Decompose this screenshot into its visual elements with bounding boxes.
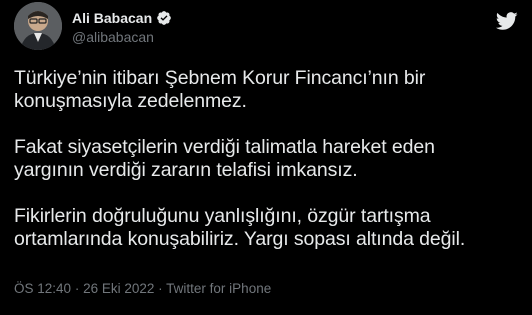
profile-photo-icon bbox=[14, 2, 62, 50]
meta-separator: · bbox=[74, 281, 80, 296]
tweet-text: Türkiye’nin itibarı Şebnem Korur Fincanc… bbox=[14, 67, 518, 251]
tweet-paragraph-3: Fikirlerin doğruluğunu yanlışlığını, özg… bbox=[14, 205, 466, 250]
tweet-card: Ali Babacan @alibabacan Türkiye’nin itib… bbox=[0, 0, 532, 315]
tweet-paragraph-2: Fakat siyasetçilerin verdiği talimatla h… bbox=[14, 136, 435, 181]
author-display-name[interactable]: Ali Babacan bbox=[72, 9, 152, 27]
tweet-paragraph-1: Türkiye’nin itibarı Şebnem Korur Fincanc… bbox=[14, 67, 426, 112]
tweet-source[interactable]: Twitter for iPhone bbox=[166, 281, 271, 296]
tweet-header: Ali Babacan @alibabacan bbox=[14, 2, 518, 54]
tweet-meta: ÖS 12:40 · 26 Eki 2022 · Twitter for iPh… bbox=[14, 280, 271, 298]
tweet-time[interactable]: ÖS 12:40 bbox=[14, 281, 71, 296]
meta-separator: · bbox=[158, 281, 163, 296]
author-handle[interactable]: @alibabacan bbox=[72, 28, 154, 46]
twitter-bird-icon[interactable] bbox=[496, 10, 518, 32]
tweet-date[interactable]: 26 Eki 2022 bbox=[83, 281, 154, 296]
verified-badge-icon bbox=[157, 11, 171, 25]
avatar[interactable] bbox=[14, 2, 62, 50]
author-name-row: Ali Babacan bbox=[72, 9, 172, 27]
